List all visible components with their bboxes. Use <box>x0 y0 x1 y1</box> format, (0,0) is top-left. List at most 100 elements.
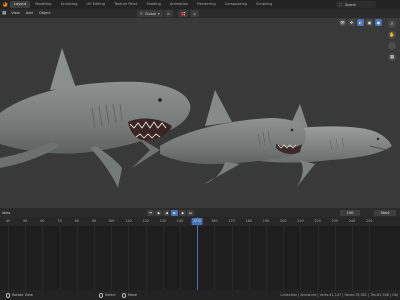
solid-shading-icon[interactable]: ● <box>375 19 382 26</box>
timeline-tick-label: 210 <box>297 219 304 223</box>
timeline-gridline <box>214 226 215 290</box>
timeline-ruler[interactable]: 4050607080901001101201301401501601701801… <box>0 217 400 226</box>
menu-object[interactable]: Object <box>36 9 54 18</box>
timeline-tick-label: 120 <box>142 219 149 223</box>
workspace-tab-modeling[interactable]: Modeling <box>31 1 55 8</box>
timeline-tick-label: 130 <box>159 219 167 223</box>
proportional-icon: ◎ <box>193 11 197 16</box>
jump-end-icon[interactable]: ⏭ <box>187 210 194 216</box>
zoom-icon[interactable]: ⌕ <box>388 20 396 28</box>
timeline-label: iales <box>2 210 11 215</box>
mouse-icon <box>98 292 103 298</box>
workspace-tab-sculpting[interactable]: Sculpting <box>57 1 82 8</box>
workspace-tab-animation[interactable]: Animation <box>166 1 192 8</box>
timeline-gridline <box>300 226 301 290</box>
timeline-tick-label: 170 <box>228 219 235 223</box>
scene-statistics: Collection | Armature | Verts:41,147 | F… <box>280 293 398 297</box>
menu-add[interactable]: Add <box>23 9 36 18</box>
workspace-tab-scripting[interactable]: Scripting <box>252 1 276 8</box>
timeline-gridline <box>163 226 164 290</box>
menu-view[interactable]: View <box>8 9 23 18</box>
playhead[interactable] <box>197 217 198 290</box>
editor-type-icon[interactable]: ▦ <box>0 9 8 18</box>
transform-orientation-dropdown[interactable]: ⤧ Global ▾ <box>137 10 163 17</box>
timeline-gridline <box>180 226 181 290</box>
timeline-gridline <box>60 226 61 290</box>
timeline-tick-label: 70 <box>57 219 62 223</box>
3d-viewport[interactable]: 👁 ✥ ◐ ▣ ● ⌕ ✋ 🎥 ▦ <box>0 18 400 208</box>
visibility-icon[interactable]: 👁 <box>339 19 346 26</box>
proportional-edit-toggle[interactable]: ◎ <box>190 10 200 17</box>
timeline-tick-label: 40 <box>5 219 11 223</box>
workspace-tab-layout[interactable]: Layout <box>10 1 31 8</box>
workspace-tab-uv-editing[interactable]: UV Editing <box>82 1 109 8</box>
timeline-tick-label: 60 <box>40 219 45 223</box>
xray-toggle-icon[interactable]: ▣ <box>366 19 373 26</box>
overlay-toggle-icon[interactable]: ◐ <box>357 19 364 26</box>
status-move: Move <box>119 292 140 298</box>
timeline-gridline <box>369 226 370 290</box>
timeline-tick-label: 90 <box>91 219 97 223</box>
scene-selector[interactable]: ⛶ Scene <box>336 1 376 8</box>
pivot-dropdown[interactable]: ⊙ <box>164 10 173 17</box>
timeline-gridline <box>283 226 284 290</box>
viewport-header: ▦ View Add Object <box>0 9 400 18</box>
timeline-tick-label: 220 <box>314 219 321 223</box>
status-select: Select <box>96 292 119 298</box>
timeline-gridline <box>94 226 95 290</box>
timeline-tick-label: 110 <box>125 219 132 223</box>
play-reverse-icon[interactable]: ◀ <box>163 210 170 216</box>
gizmo-toggle-icon[interactable]: ✥ <box>348 19 355 26</box>
workspace-tab-compositing[interactable]: Compositing <box>221 1 252 8</box>
playback-controls: ⏮ ◆ ◀ ▶ ◆ ⏭ <box>147 210 194 216</box>
snap-toggle[interactable]: 🧲 <box>178 10 189 17</box>
workspace-tab-shading[interactable]: Shading <box>142 1 165 8</box>
scene-icon: ⛶ <box>339 2 342 7</box>
pan-hand-icon[interactable]: ✋ <box>388 31 396 39</box>
workspace-tab-rendering[interactable]: Rendering <box>193 1 219 8</box>
jump-keyframe-back-icon[interactable]: ◆ <box>155 210 162 216</box>
chevron-down-icon: ▾ <box>157 11 160 16</box>
timeline-gridline <box>249 226 250 290</box>
play-icon[interactable]: ▶ <box>171 210 178 216</box>
shark-model-front[interactable] <box>0 48 191 188</box>
viewport-scene <box>0 48 392 188</box>
timeline-tick-label: 180 <box>245 219 253 223</box>
timeline-tick-label: 230 <box>331 219 339 223</box>
timeline-tick-label: 100 <box>107 219 115 223</box>
workspace-tab-texture-paint[interactable]: Texture Paint <box>110 1 141 8</box>
jump-keyframe-forward-icon[interactable]: ◆ <box>179 210 186 216</box>
timeline-gridline <box>232 226 233 290</box>
timeline-gridline <box>352 226 353 290</box>
timeline-gridline <box>111 226 112 290</box>
timeline-gridline <box>266 226 267 290</box>
workspace-bar: ◕ Layout Modeling Sculpting UV Editing Textu… <box>0 0 400 9</box>
scene-name: Scene <box>344 2 356 7</box>
jump-start-icon[interactable]: ⏮ <box>147 210 154 216</box>
camera-view-icon[interactable]: 🎥 <box>388 42 396 50</box>
timeline-gridline <box>128 226 129 290</box>
current-frame-field[interactable]: 150 <box>340 210 360 216</box>
timeline-tick-label: 80 <box>74 219 79 223</box>
timeline-area[interactable] <box>0 226 400 290</box>
timeline-gridline <box>8 226 9 290</box>
status-select-label: Select <box>104 293 116 297</box>
timeline-gridline <box>146 226 147 290</box>
status-rotate-label: Rotate View <box>12 293 33 297</box>
timeline-tick-label: 190 <box>262 219 270 223</box>
pivot-icon: ⊙ <box>167 11 170 16</box>
viewport-display-tools: 👁 ✥ ◐ ▣ ● <box>339 19 382 26</box>
timeline-gridline <box>335 226 336 290</box>
timeline-gridline <box>25 226 26 290</box>
timeline-gridline <box>77 226 78 290</box>
timeline-tick-label: 200 <box>279 219 287 223</box>
blender-logo-icon[interactable]: ◕ <box>0 0 10 9</box>
timeline-tick-label: 250 <box>365 219 373 223</box>
mouse-icon <box>121 292 126 298</box>
orientation-icon: ⤧ <box>140 11 143 16</box>
snap-icon: 🧲 <box>181 11 186 16</box>
mouse-icon <box>6 292 10 298</box>
grid-view-icon[interactable]: ▦ <box>388 53 396 61</box>
timeline-tick-label: 240 <box>348 219 356 223</box>
start-frame-field[interactable]: Start <box>374 210 396 216</box>
